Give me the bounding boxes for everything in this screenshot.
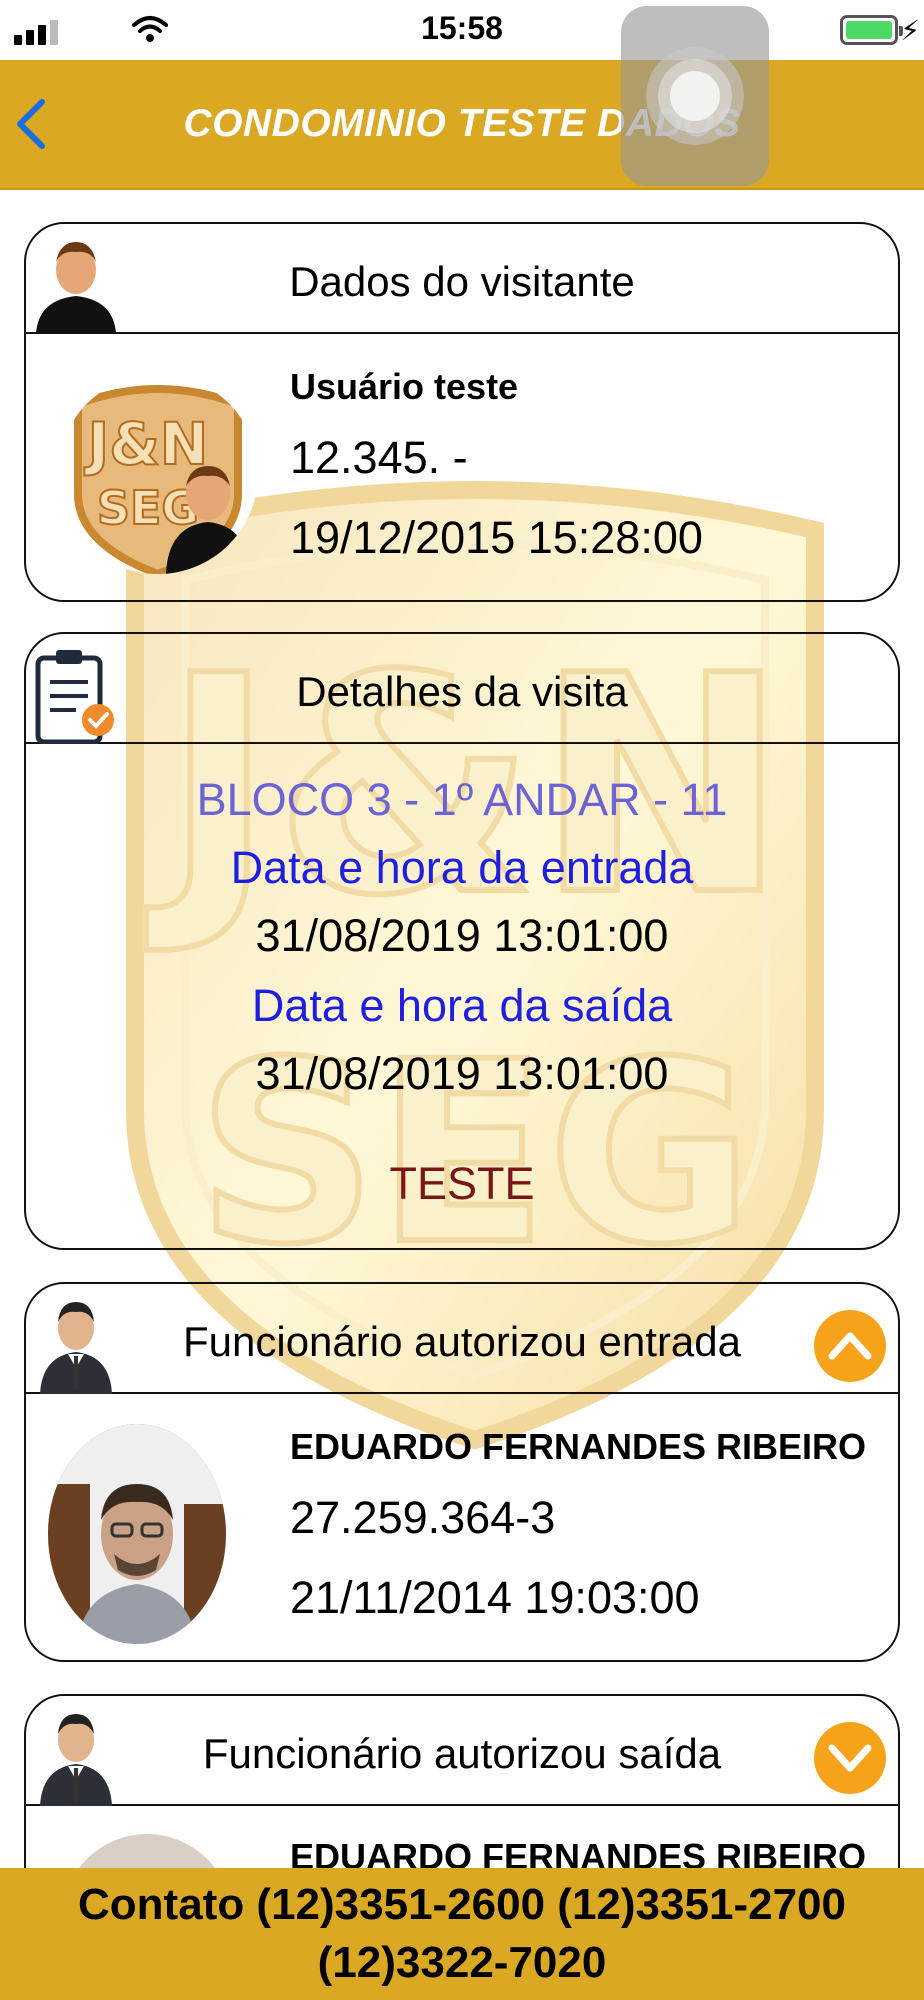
card-header: Funcionário autorizou saída bbox=[26, 1696, 898, 1806]
entry-employee-photo[interactable] bbox=[48, 1424, 226, 1644]
card-header: Dados do visitante bbox=[26, 224, 898, 334]
charging-bolt-icon: ⚡ bbox=[900, 15, 920, 46]
entry-employee-document: 27.259.364-3 bbox=[290, 1492, 556, 1543]
entry-employee-name: EDUARDO FERNANDES RIBEIRO bbox=[290, 1426, 867, 1467]
entry-datetime-label: Data e hora da entrada bbox=[230, 842, 694, 893]
assistive-touch-button[interactable] bbox=[621, 6, 769, 186]
svg-text:J&N: J&N bbox=[84, 410, 209, 478]
navigation-bar: CONDOMINIO TESTE DADOS bbox=[0, 60, 924, 190]
expand-toggle-button[interactable] bbox=[814, 1722, 886, 1794]
entry-employee-datetime: 21/11/2014 19:03:00 bbox=[290, 1572, 700, 1623]
card-title: Detalhes da visita bbox=[296, 668, 628, 715]
status-bar: 15:58 ⚡ bbox=[0, 0, 924, 60]
card-header: Detalhes da visita bbox=[26, 634, 898, 744]
visit-note: TESTE bbox=[389, 1158, 535, 1209]
entry-employee-card: Funcionário autorizou entrada EDUARDO FE… bbox=[24, 1282, 900, 1662]
visitor-document: 12.345. - bbox=[290, 432, 468, 483]
visitor-name: Usuário teste bbox=[290, 366, 519, 407]
svg-text:SEG: SEG bbox=[97, 481, 199, 535]
chevron-down-icon bbox=[828, 1744, 872, 1772]
exit-datetime-label: Data e hora da saída bbox=[251, 980, 673, 1031]
card-title: Dados do visitante bbox=[289, 258, 635, 305]
battery-icon bbox=[840, 15, 903, 45]
visit-details-card: Detalhes da visita BLOCO 3 - 1º ANDAR - … bbox=[24, 632, 900, 1250]
collapse-toggle-button[interactable] bbox=[814, 1310, 886, 1382]
status-time: 15:58 bbox=[421, 10, 503, 46]
contact-phones-line-2[interactable]: (12)3322-7020 bbox=[0, 1934, 924, 1992]
page-title: CONDOMINIO TESTE DADOS bbox=[183, 102, 741, 145]
exit-datetime-value: 31/08/2019 13:01:00 bbox=[255, 1048, 669, 1099]
card-title: Funcionário autorizou saída bbox=[202, 1730, 722, 1777]
card-header: Funcionário autorizou entrada bbox=[26, 1284, 898, 1394]
card-title: Funcionário autorizou entrada bbox=[182, 1318, 742, 1365]
entry-datetime-value: 31/08/2019 13:01:00 bbox=[255, 910, 669, 961]
chevron-up-icon bbox=[828, 1332, 872, 1360]
contact-phones-line-1[interactable]: Contato (12)3351-2600 (12)3351-2700 bbox=[0, 1868, 924, 1934]
visitor-datetime: 19/12/2015 15:28:00 bbox=[290, 512, 703, 563]
visit-location: BLOCO 3 - 1º ANDAR - 11 bbox=[196, 774, 728, 825]
visitor-card: Dados do visitante J&N SEG Usuário teste… bbox=[24, 222, 900, 602]
visitor-avatar[interactable]: J&N SEG bbox=[58, 374, 258, 574]
contact-footer: Contato (12)3351-2600 (12)3351-2700 (12)… bbox=[0, 1868, 924, 2000]
